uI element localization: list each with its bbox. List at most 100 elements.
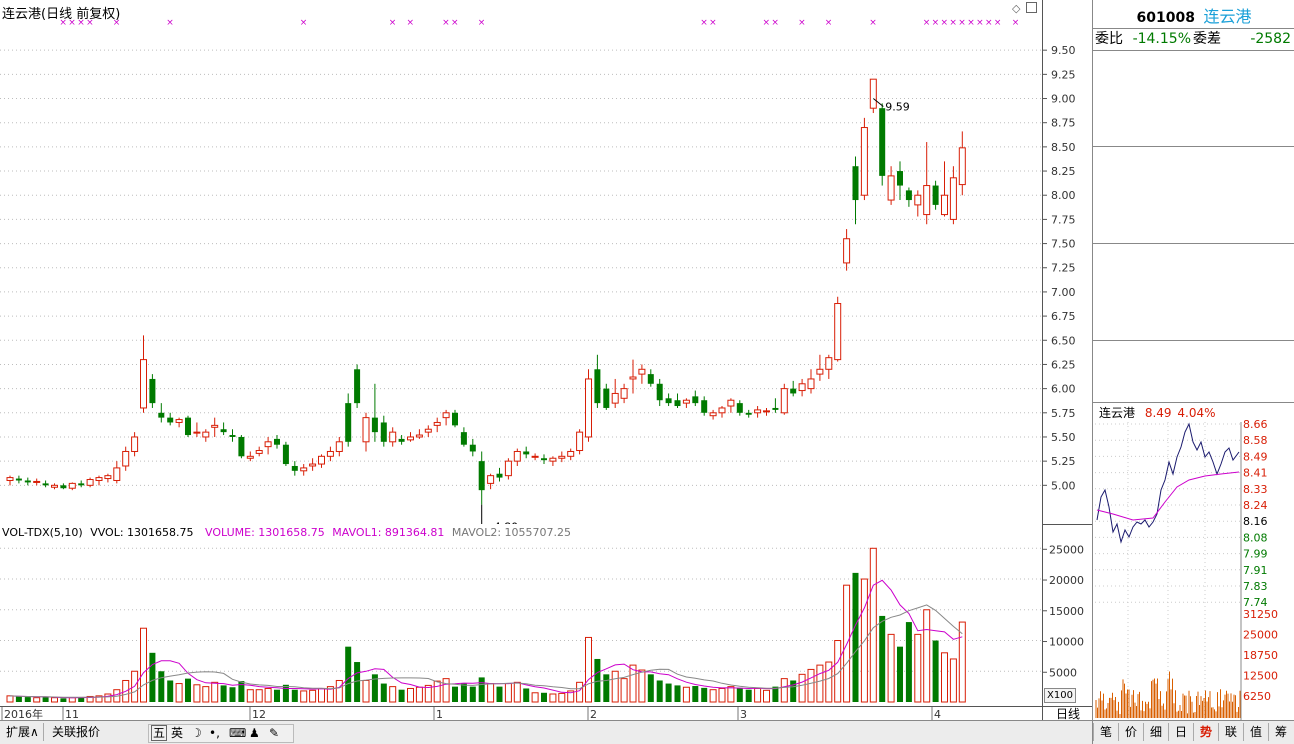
volume-bar-down[interactable] bbox=[674, 685, 681, 702]
volume-bar-up[interactable] bbox=[318, 687, 325, 703]
volume-bar-up[interactable] bbox=[300, 690, 308, 703]
window-toggle-icon[interactable] bbox=[1026, 2, 1037, 13]
volume-bar-up[interactable] bbox=[718, 687, 726, 703]
candle-body-up[interactable] bbox=[682, 399, 690, 404]
candle-body-up[interactable] bbox=[246, 455, 254, 459]
volume-bar-up[interactable] bbox=[816, 664, 824, 703]
volume-bar-up[interactable] bbox=[638, 669, 646, 703]
candle-body-up[interactable] bbox=[798, 383, 806, 392]
candle-body-up[interactable] bbox=[68, 482, 76, 489]
volume-bar-down[interactable] bbox=[398, 689, 405, 702]
volume-bar-up[interactable] bbox=[335, 679, 343, 703]
volume-bar-up[interactable] bbox=[175, 683, 183, 703]
volume-bar-up[interactable] bbox=[504, 683, 512, 703]
volume-bar-down[interactable] bbox=[496, 686, 503, 702]
candle-body-up[interactable] bbox=[95, 477, 103, 481]
candle-body-down[interactable] bbox=[852, 166, 859, 201]
volume-bar-down[interactable] bbox=[665, 683, 672, 702]
volume-bar-up[interactable] bbox=[869, 547, 877, 703]
candle-body-down[interactable] bbox=[905, 190, 912, 201]
candle-body-up[interactable] bbox=[914, 194, 922, 206]
candle-body-down[interactable] bbox=[452, 412, 458, 426]
candle-body-up[interactable] bbox=[941, 194, 948, 216]
candle-body-down[interactable] bbox=[78, 483, 85, 486]
volume-bar-down[interactable] bbox=[656, 680, 663, 702]
candle-body-down[interactable] bbox=[282, 444, 289, 465]
volume-bar-up[interactable] bbox=[433, 680, 441, 703]
panel-tab-7[interactable]: 筹 bbox=[1268, 723, 1293, 741]
candle-body-down[interactable] bbox=[701, 400, 708, 413]
volume-bar-down[interactable] bbox=[701, 687, 708, 702]
volume-bar-up[interactable] bbox=[780, 678, 788, 703]
candle-body-up[interactable] bbox=[585, 378, 592, 438]
candle-body-down[interactable] bbox=[158, 412, 165, 418]
volume-bar-up[interactable] bbox=[620, 678, 628, 703]
volume-bar-down[interactable] bbox=[24, 697, 31, 702]
tab-extend[interactable]: 扩展∧ bbox=[2, 723, 44, 741]
ime-five-stroke[interactable]: 五 bbox=[151, 725, 167, 741]
candle-body-up[interactable] bbox=[638, 368, 646, 375]
candle-body-up[interactable] bbox=[122, 450, 130, 467]
ime-english[interactable]: 英 bbox=[171, 725, 183, 742]
price-chart[interactable]: ××××××××××××××××××××××××××××××9.594.80 连… bbox=[0, 0, 1064, 534]
candle-body-up[interactable] bbox=[389, 431, 397, 443]
volume-bar-up[interactable] bbox=[958, 621, 966, 703]
candle-body-down[interactable] bbox=[24, 480, 31, 483]
volume-bar-up[interactable] bbox=[407, 687, 414, 703]
candle-body-up[interactable] bbox=[567, 450, 575, 457]
candle-body-down[interactable] bbox=[60, 485, 67, 489]
moon-icon[interactable]: ☽ bbox=[191, 725, 202, 742]
candle-body-down[interactable] bbox=[220, 429, 227, 433]
volume-bar-down[interactable] bbox=[905, 622, 912, 702]
volume-bar-up[interactable] bbox=[727, 686, 735, 703]
candle-body-up[interactable] bbox=[611, 392, 619, 404]
volume-bar-down[interactable] bbox=[897, 646, 903, 702]
volume-bar-up[interactable] bbox=[611, 670, 619, 703]
candle-body-up[interactable] bbox=[549, 457, 557, 462]
volume-bar-down[interactable] bbox=[15, 696, 22, 702]
candle-body-up[interactable] bbox=[6, 477, 14, 481]
volume-bar-down[interactable] bbox=[158, 671, 165, 702]
candle-body-down[interactable] bbox=[345, 403, 352, 442]
candle-body-up[interactable] bbox=[834, 303, 842, 361]
candle-body-up[interactable] bbox=[264, 441, 272, 448]
volume-bar-down[interactable] bbox=[291, 689, 298, 702]
candle-body-up[interactable] bbox=[424, 428, 432, 433]
candle-body-up[interactable] bbox=[407, 436, 414, 441]
volume-bar-up[interactable] bbox=[914, 633, 922, 703]
candlestick-chart[interactable]: ××××××××××××××××××××××××××××××9.594.80 bbox=[0, 0, 1064, 534]
candle-body-up[interactable] bbox=[504, 460, 512, 477]
volume-bar-up[interactable] bbox=[362, 679, 370, 703]
volume-bar-down[interactable] bbox=[647, 674, 654, 702]
volume-bar-down[interactable] bbox=[478, 677, 485, 702]
wrench-icon[interactable]: ✎ bbox=[269, 725, 279, 742]
volume-bar-up[interactable] bbox=[193, 684, 201, 703]
candle-body-down[interactable] bbox=[656, 383, 663, 401]
tab-related-quotes[interactable]: 关联报价 bbox=[48, 723, 104, 741]
candle-body-up[interactable] bbox=[869, 78, 877, 109]
volume-bar-up[interactable] bbox=[309, 689, 317, 703]
volume-bar-down[interactable] bbox=[603, 674, 610, 702]
volume-bar-down[interactable] bbox=[380, 683, 387, 702]
candle-body-up[interactable] bbox=[531, 455, 539, 458]
volume-bar-up[interactable] bbox=[682, 686, 690, 703]
candle-body-down[interactable] bbox=[665, 398, 672, 404]
candle-body-up[interactable] bbox=[923, 185, 931, 216]
volume-bar-down[interactable] bbox=[60, 698, 67, 702]
candle-body-up[interactable] bbox=[727, 399, 735, 407]
candle-body-down[interactable] bbox=[897, 171, 903, 186]
volume-bar-down[interactable] bbox=[879, 615, 886, 702]
candle-body-down[interactable] bbox=[167, 417, 174, 423]
candle-body-down[interactable] bbox=[460, 432, 467, 445]
volume-bar-down[interactable] bbox=[220, 685, 227, 702]
punctuation-icon[interactable]: •, bbox=[209, 725, 220, 742]
volume-bar-down[interactable] bbox=[594, 658, 601, 702]
volume-bar-down[interactable] bbox=[523, 688, 530, 702]
candle-body-up[interactable] bbox=[887, 175, 895, 201]
candle-body-down[interactable] bbox=[291, 465, 298, 471]
volume-bar-down[interactable] bbox=[345, 646, 352, 702]
candle-body-up[interactable] bbox=[140, 359, 147, 409]
volume-bar-up[interactable] bbox=[140, 627, 147, 703]
candle-body-up[interactable] bbox=[86, 479, 94, 486]
candle-body-down[interactable] bbox=[42, 483, 49, 486]
